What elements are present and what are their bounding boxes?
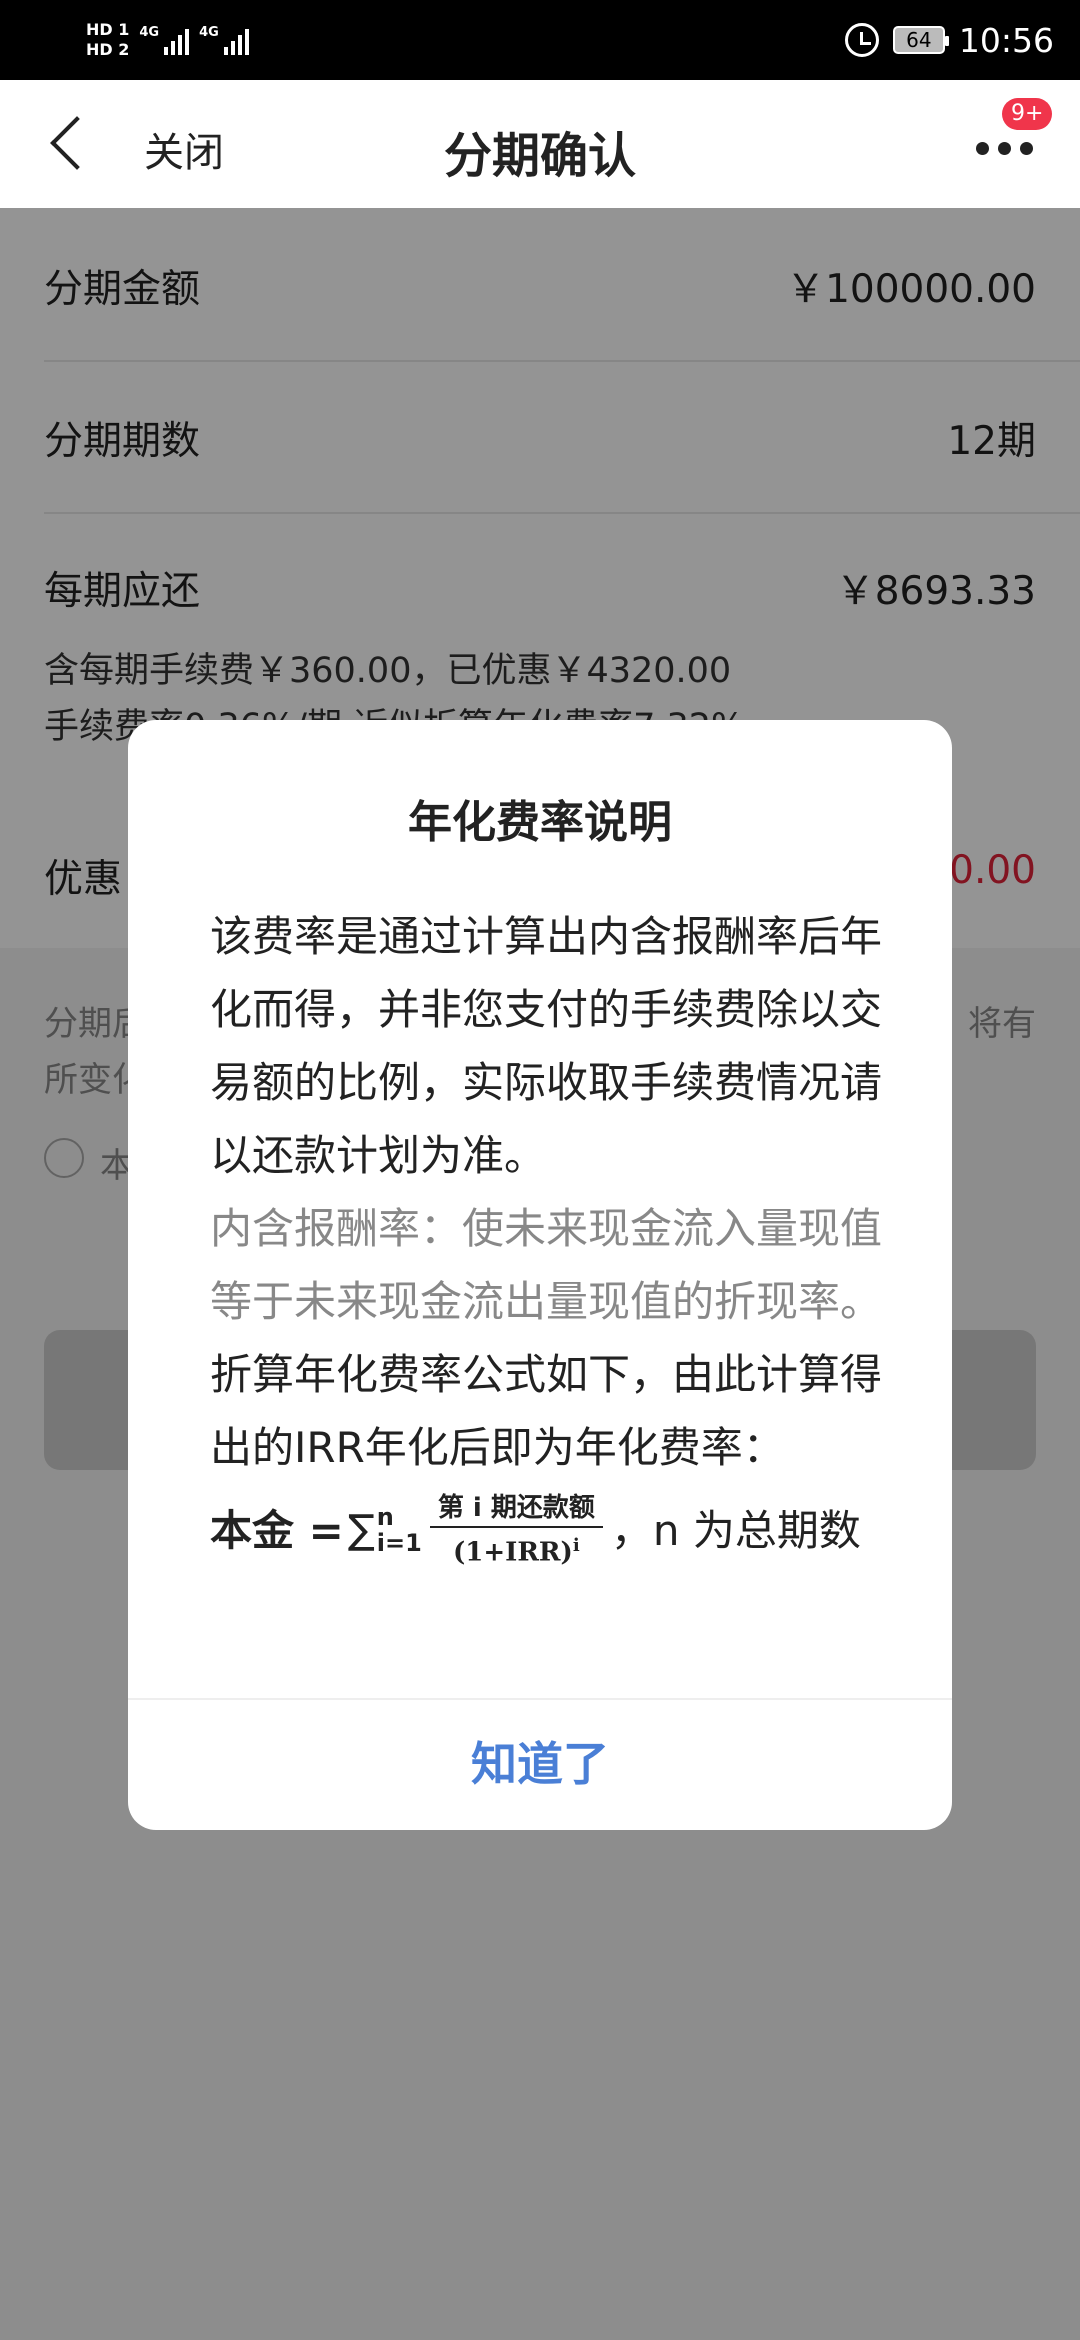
- battery-level: 64: [906, 28, 932, 52]
- network-type-2: 4G: [199, 25, 219, 40]
- nav-bar: 关闭 分期确认 9+: [0, 80, 1080, 208]
- hd1-label: HD: [86, 20, 113, 39]
- formula-lhs: 本金 =: [210, 1505, 344, 1555]
- status-bar: HD 1 HD 2 4G 4G 64 10:56: [0, 0, 1080, 80]
- annual-rate-dialog: 年化费率说明 该费率是通过计算出内含报酬率后年化而得，并非您支付的手续费除以交易…: [128, 720, 952, 1830]
- dialog-paragraph-1: 该费率是通过计算出内含报酬率后年化而得，并非您支付的手续费除以交易额的比例，实际…: [210, 912, 883, 1180]
- network-type-1: 4G: [139, 25, 160, 40]
- more-icon[interactable]: [976, 142, 1033, 155]
- dialog-title: 年化费率说明: [408, 797, 672, 848]
- alarm-icon: [844, 23, 879, 57]
- sigma-upper: n: [376, 1503, 394, 1532]
- sigma-symbol: ∑ n i=1: [348, 1494, 422, 1567]
- hd2-label: HD: [86, 40, 113, 59]
- clock: 10:56: [958, 20, 1054, 60]
- formula-den-base: (1+IRR): [452, 1537, 573, 1568]
- dialog-body: 该费率是通过计算出内含报酬率后年化而得，并非您支付的手续费除以交易额的比例，实际…: [210, 900, 886, 1571]
- formula-exponent: i: [572, 1535, 580, 1556]
- battery-icon: 64: [892, 26, 949, 54]
- formula-denominator: (1+IRR)i: [453, 1528, 580, 1571]
- irr-formula: 本金 = ∑ n i=1 第 i 期还款额 (1+IRR)i ，n 为总期数: [210, 1490, 886, 1571]
- formula-tail: ，n 为总期数: [610, 1505, 861, 1555]
- network-status: HD 1 HD 2 4G 4G: [86, 12, 249, 68]
- page-title: 分期确认: [443, 128, 636, 184]
- hd-indicator: HD 1 HD 2: [86, 20, 129, 60]
- signal-icon: 4G: [139, 25, 190, 55]
- hd1-sub: 1: [118, 20, 130, 39]
- got-it-button[interactable]: 知道了: [128, 1728, 952, 1794]
- dialog-paragraph-3: 折算年化费率公式如下，由此计算得出的IRR年化后即为年化费率：: [210, 1350, 883, 1472]
- dialog-divider: [128, 1698, 952, 1700]
- formula-numerator: 第 i 期还款额: [429, 1490, 603, 1528]
- hd2-sub: 2: [118, 40, 130, 59]
- signal-icon-2: 4G: [199, 25, 249, 55]
- notification-badge: 9+: [1002, 98, 1053, 130]
- formula-fraction: 第 i 期还款额 (1+IRR)i: [429, 1490, 603, 1571]
- sigma-lower: i=1: [376, 1529, 422, 1558]
- system-status: 64 10:56: [844, 12, 1054, 68]
- dialog-paragraph-2: 内含报酬率：使未来现金流入量现值等于未来现金流出量现值的折现率。: [210, 1204, 883, 1326]
- sigma-glyph: ∑: [347, 1506, 375, 1553]
